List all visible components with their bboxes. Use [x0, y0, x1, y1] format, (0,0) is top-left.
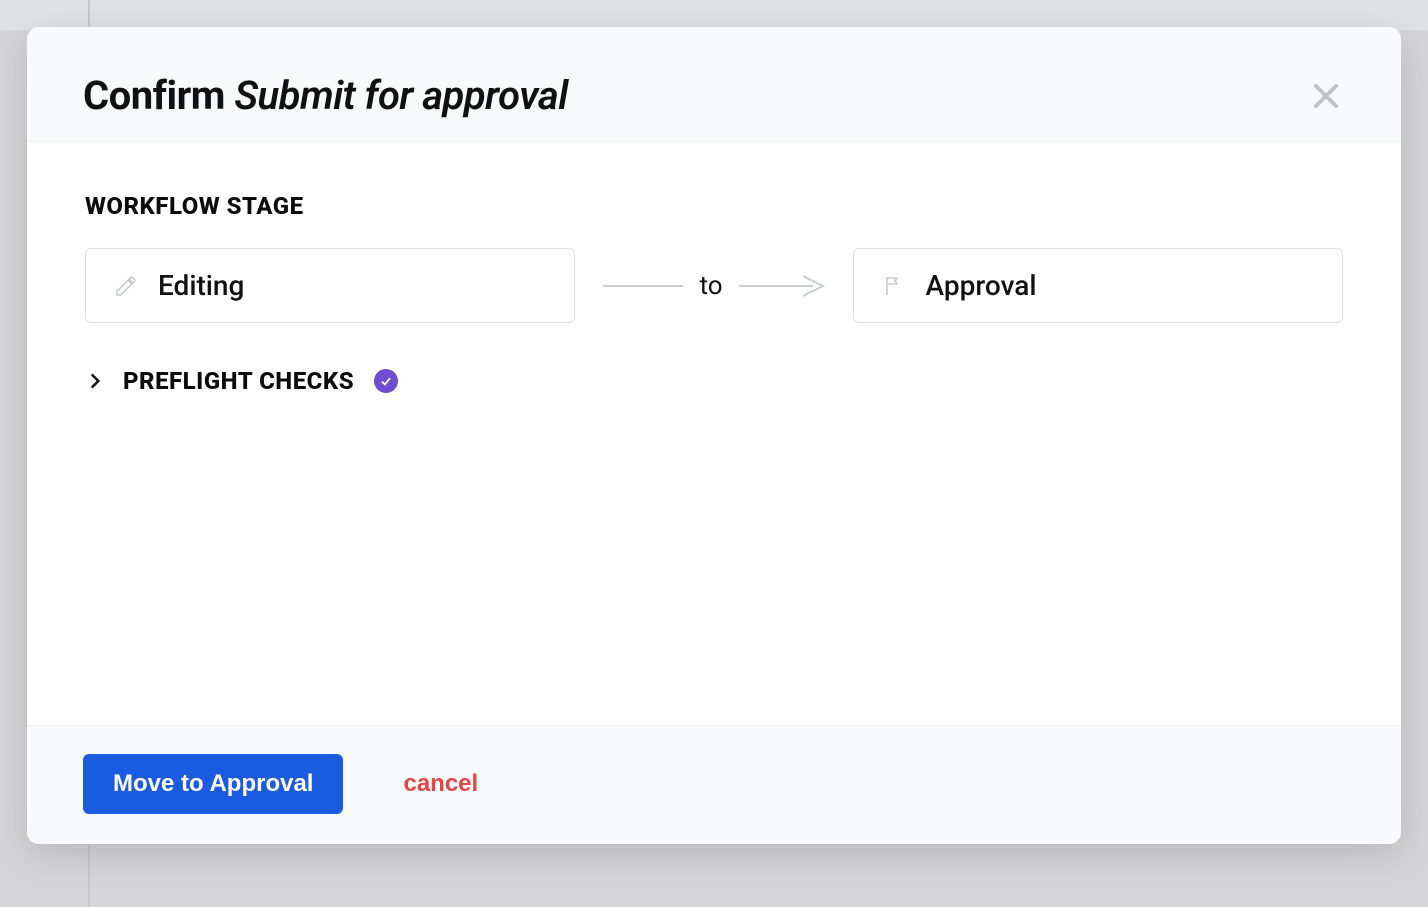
- stage-from-label: Editing: [158, 269, 244, 302]
- workflow-stage-row: Editing to Approval: [85, 248, 1343, 323]
- modal-header: Confirm Submit for approval: [27, 27, 1401, 141]
- stage-from-card: Editing: [85, 248, 575, 323]
- modal-title-prefix: Confirm: [83, 72, 234, 119]
- connector-label: to: [699, 271, 722, 301]
- modal-body: WORKFLOW STAGE Editing to: [27, 141, 1401, 725]
- pencil-icon: [114, 274, 138, 298]
- check-badge-icon: [374, 369, 398, 393]
- background-strip: [0, 0, 1428, 30]
- modal-title: Confirm Submit for approval: [83, 72, 568, 119]
- confirm-modal: Confirm Submit for approval WORKFLOW STA…: [27, 27, 1401, 844]
- flag-icon: [882, 274, 906, 298]
- preflight-checks-label: PREFLIGHT CHECKS: [123, 367, 354, 395]
- connector-line-left: [603, 285, 683, 287]
- cancel-button[interactable]: cancel: [403, 770, 478, 798]
- chevron-right-icon: [85, 371, 105, 391]
- arrow-right-icon: [739, 274, 825, 298]
- workflow-stage-heading: WORKFLOW STAGE: [85, 192, 1343, 220]
- close-icon: [1311, 81, 1341, 111]
- preflight-checks-toggle[interactable]: PREFLIGHT CHECKS: [85, 367, 1343, 395]
- modal-title-action: Submit for approval: [234, 72, 568, 119]
- modal-footer: Move to Approval cancel: [27, 725, 1401, 844]
- move-to-approval-button[interactable]: Move to Approval: [83, 754, 343, 814]
- stage-to-label: Approval: [926, 269, 1037, 302]
- stage-connector: to: [603, 271, 824, 301]
- close-button[interactable]: [1307, 77, 1345, 115]
- stage-to-card: Approval: [853, 248, 1343, 323]
